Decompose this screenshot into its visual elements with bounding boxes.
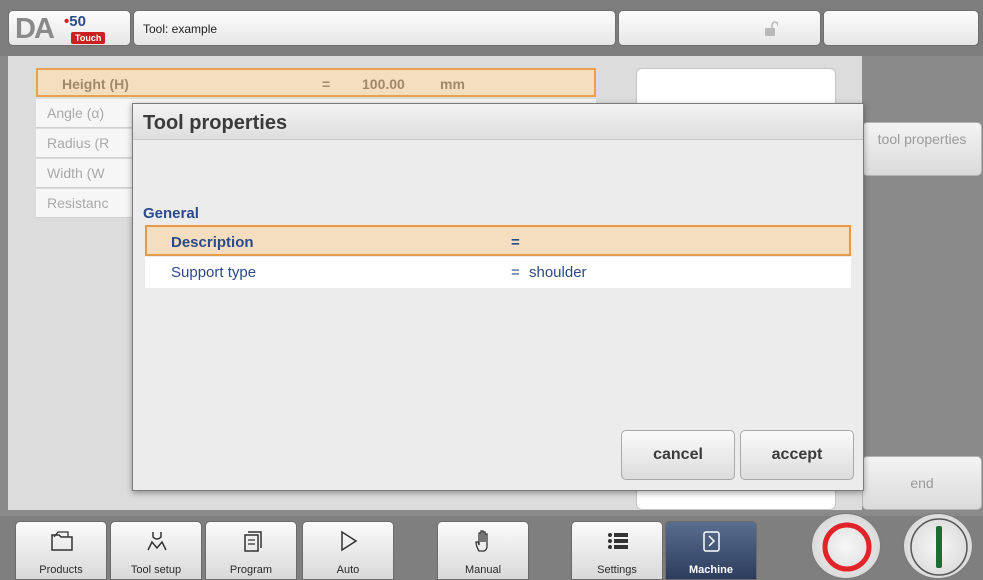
nav-products-button[interactable]: Products bbox=[15, 521, 107, 580]
description-row[interactable]: Description = bbox=[145, 225, 851, 256]
nav-label: Machine bbox=[688, 564, 733, 576]
dialog-title: Tool properties bbox=[143, 112, 288, 134]
section-general-label: General bbox=[143, 205, 199, 222]
nav-auto-button[interactable]: Auto bbox=[302, 521, 394, 580]
cancel-button[interactable]: cancel bbox=[621, 430, 735, 480]
status-cell bbox=[618, 10, 821, 46]
param-label: Width (W bbox=[47, 165, 105, 181]
param-label: Radius (R bbox=[47, 135, 110, 151]
stop-circle-icon bbox=[822, 522, 872, 572]
nav-label: Settings bbox=[597, 564, 637, 576]
nav-manual-button[interactable]: Manual bbox=[437, 521, 529, 580]
stop-button[interactable] bbox=[811, 513, 881, 579]
nav-label: Tool setup bbox=[130, 564, 182, 576]
settings-list-icon bbox=[608, 533, 628, 549]
accept-button[interactable]: accept bbox=[740, 430, 854, 480]
machine-icon bbox=[703, 531, 720, 552]
play-icon bbox=[341, 530, 358, 552]
description-equals: = bbox=[511, 234, 520, 251]
nav-label: Products bbox=[39, 564, 83, 576]
description-label: Description bbox=[171, 234, 254, 251]
tool-setup-icon bbox=[147, 532, 167, 551]
param-row-height[interactable]: Height (H) = 100.00 mm bbox=[36, 68, 596, 97]
nav-program-button[interactable]: Program bbox=[205, 521, 297, 580]
logo-touch-badge: Touch bbox=[71, 32, 106, 44]
unlock-icon[interactable] bbox=[764, 21, 778, 37]
param-label: Height (H) bbox=[62, 76, 129, 92]
tool-properties-dialog: Tool properties General Description = Su… bbox=[132, 103, 864, 491]
param-unit: mm bbox=[440, 76, 465, 92]
logo: DA •50 Touch bbox=[8, 10, 131, 46]
param-equals: = bbox=[322, 76, 331, 92]
logo-model: •50 bbox=[64, 13, 86, 30]
start-button[interactable] bbox=[903, 513, 973, 579]
program-icon bbox=[244, 531, 262, 552]
preview-box-top bbox=[636, 68, 836, 108]
end-button[interactable]: end bbox=[862, 456, 982, 510]
hand-icon bbox=[475, 530, 488, 552]
support-type-label: Support type bbox=[171, 264, 257, 281]
start-bar-icon bbox=[910, 518, 968, 576]
nav-label: Manual bbox=[464, 564, 502, 576]
title-bar: Tool: example bbox=[133, 10, 616, 46]
folder-icon bbox=[51, 531, 73, 551]
dialog-header: Tool properties bbox=[133, 104, 863, 140]
support-type-row[interactable]: Support type = shoulder bbox=[145, 257, 851, 288]
param-label: Angle (α) bbox=[47, 105, 105, 121]
support-type-equals: = bbox=[511, 264, 520, 281]
top-right-cell bbox=[823, 10, 979, 46]
param-value: 100.00 bbox=[362, 76, 405, 92]
nav-machine-button[interactable]: Machine bbox=[665, 521, 757, 580]
window-title: Tool: example bbox=[143, 22, 218, 36]
logo-da-text: DA bbox=[15, 13, 55, 45]
logo-model-number: 50 bbox=[69, 13, 86, 30]
tool-properties-button[interactable]: tool properties bbox=[862, 122, 982, 176]
nav-label: Program bbox=[229, 564, 273, 576]
param-label: Resistanc bbox=[47, 195, 109, 211]
nav-label: Auto bbox=[336, 564, 360, 576]
top-bar: DA •50 Touch Tool: example bbox=[0, 0, 983, 56]
nav-tool-setup-button[interactable]: Tool setup bbox=[110, 521, 202, 580]
support-type-value[interactable]: shoulder bbox=[529, 264, 587, 281]
nav-settings-button[interactable]: Settings bbox=[571, 521, 663, 580]
